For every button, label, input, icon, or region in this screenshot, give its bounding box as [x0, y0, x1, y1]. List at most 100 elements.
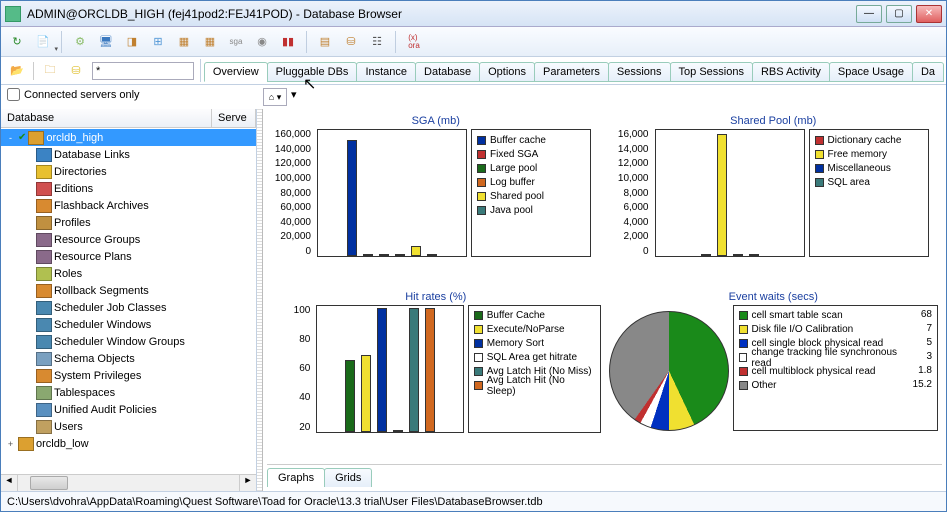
tab-options[interactable]: Options — [479, 62, 535, 82]
chart-title: Event waits (secs) — [609, 291, 939, 303]
monitor-button[interactable]: 🖥 — [96, 32, 116, 52]
tab-da[interactable]: Da — [912, 62, 944, 82]
tree-item-profiles[interactable]: Profiles — [1, 214, 256, 231]
window-button[interactable]: ◨ — [122, 32, 142, 52]
bar — [395, 254, 405, 256]
script-button[interactable]: ⚙ — [70, 32, 90, 52]
app-icon — [5, 6, 21, 22]
titlebar[interactable]: ADMIN@ORCLDB_HIGH (fej41pod2:FEJ41POD) -… — [1, 1, 946, 27]
window-title: ADMIN@ORCLDB_HIGH (fej41pod2:FEJ41POD) -… — [27, 7, 856, 21]
tree-item-icon — [36, 369, 52, 383]
dropdown-arrow[interactable]: ▾ — [291, 88, 297, 106]
bar — [377, 308, 387, 432]
bar — [409, 308, 419, 432]
tree-item-rollback-segments[interactable]: Rollback Segments — [1, 282, 256, 299]
globe-button[interactable]: ◉ — [252, 32, 272, 52]
db2-button[interactable]: ⛁ — [341, 32, 361, 52]
connected-only-checkbox[interactable]: Connected servers only — [7, 88, 251, 101]
tree-item-orcldb_high[interactable]: -✔orcldb_high — [1, 129, 256, 146]
new-button[interactable]: 📄 — [33, 32, 53, 52]
tree-item-scheduler-window-groups[interactable]: Scheduler Window Groups — [1, 333, 256, 350]
tab-parameters[interactable]: Parameters — [534, 62, 609, 82]
tree-item-flashback-archives[interactable]: Flashback Archives — [1, 197, 256, 214]
chart-button[interactable]: ▮▮ — [278, 32, 298, 52]
tab-database[interactable]: Database — [415, 62, 480, 82]
chart-title: Shared Pool (mb) — [609, 115, 939, 127]
db-small-button[interactable]: ▦ — [200, 32, 220, 52]
chart-legend: Buffer cacheFixed SGALarge poolLog buffe… — [471, 129, 591, 257]
hive-button[interactable]: ☷ — [367, 32, 387, 52]
grid-button[interactable]: ⊞ — [148, 32, 168, 52]
tab-rbs-activity[interactable]: RBS Activity — [752, 62, 830, 82]
tree-item-orcldb_low[interactable]: +orcldb_low — [1, 435, 256, 452]
tree-item-label: System Privileges — [54, 370, 141, 382]
horizontal-scrollbar[interactable]: ◄► — [1, 474, 256, 491]
bar — [393, 430, 403, 432]
tree-item-label: Directories — [54, 166, 107, 178]
tab-overview[interactable]: Overview — [204, 62, 268, 82]
tree-item-resource-plans[interactable]: Resource Plans — [1, 248, 256, 265]
tree-item-icon — [36, 352, 52, 366]
refresh-button[interactable]: ↻ — [7, 32, 27, 52]
bar — [411, 246, 421, 256]
tree-item-label: Unified Audit Policies — [54, 404, 157, 416]
ora-button[interactable]: (x) ora — [404, 32, 424, 52]
database-tree[interactable]: -✔orcldb_high Database Links Directories Ed… — [1, 128, 256, 474]
tree-item-scheduler-job-classes[interactable]: Scheduler Job Classes — [1, 299, 256, 316]
list-header: Database Serve — [1, 109, 256, 128]
tab-instance[interactable]: Instance — [356, 62, 416, 82]
tree-item-label: Database Links — [54, 149, 130, 161]
content-tabs: OverviewPluggable DBsInstanceDatabaseOpt… — [201, 59, 946, 82]
view-mode-dropdown[interactable]: ⌂ ▾ — [263, 88, 287, 106]
chart-legend: Dictionary cacheFree memoryMiscellaneous… — [809, 129, 929, 257]
tree-item-roles[interactable]: Roles — [1, 265, 256, 282]
hand-icon[interactable]: 🗀 — [40, 61, 60, 81]
minimize-button[interactable]: — — [856, 5, 882, 23]
bar — [733, 254, 743, 256]
tree-item-directories[interactable]: Directories — [1, 163, 256, 180]
tree-item-icon — [36, 420, 52, 434]
tree-item-unified-audit-policies[interactable]: Unified Audit Policies — [1, 401, 256, 418]
tree-item-database-links[interactable]: Database Links — [1, 146, 256, 163]
chart-title: Hit rates (%) — [271, 291, 601, 303]
filter-input[interactable]: * — [92, 62, 194, 80]
storage-button[interactable]: ▤ — [315, 32, 335, 52]
bar — [345, 360, 355, 432]
column-server[interactable]: Serve — [212, 109, 256, 127]
tab-space-usage[interactable]: Space Usage — [829, 62, 913, 82]
tree-item-icon — [36, 403, 52, 417]
connected-only-input[interactable] — [7, 88, 20, 101]
tree-item-icon — [36, 318, 52, 332]
tree-item-icon — [36, 199, 52, 213]
tree-item-icon — [36, 301, 52, 315]
tab-pluggable-dbs[interactable]: Pluggable DBs — [267, 62, 358, 82]
tree-item-users[interactable]: Users — [1, 418, 256, 435]
tree-item-tablespaces[interactable]: Tablespaces — [1, 384, 256, 401]
db-button[interactable]: ▦ — [174, 32, 194, 52]
chart-legend: Buffer CacheExecute/NoParseMemory SortSQ… — [468, 305, 601, 433]
column-database[interactable]: Database — [1, 109, 212, 127]
tree-item-editions[interactable]: Editions — [1, 180, 256, 197]
maximize-button[interactable]: ▢ — [886, 5, 912, 23]
database-icon[interactable]: ⛁ — [66, 61, 86, 81]
tree-item-label: Rollback Segments — [54, 285, 149, 297]
tree-item-system-privileges[interactable]: System Privileges — [1, 367, 256, 384]
sga-button[interactable]: sga — [226, 32, 246, 52]
tree-item-scheduler-windows[interactable]: Scheduler Windows — [1, 316, 256, 333]
tree-item-resource-groups[interactable]: Resource Groups — [1, 231, 256, 248]
tree-item-schema-objects[interactable]: Schema Objects — [1, 350, 256, 367]
tree-item-label: Scheduler Window Groups — [54, 336, 185, 348]
bar — [425, 308, 435, 432]
folder-open-icon[interactable]: 📂 — [7, 61, 27, 81]
tree-item-icon — [18, 437, 34, 451]
close-button[interactable]: ✕ — [916, 5, 942, 23]
tab-top-sessions[interactable]: Top Sessions — [670, 62, 753, 82]
bar — [363, 254, 373, 256]
content-pane: SGA (mb)160,000140,000120,000100,00080,0… — [263, 109, 946, 491]
tree-item-label: orcldb_low — [36, 438, 89, 450]
tree-item-icon — [36, 216, 52, 230]
bottom-tab-grids[interactable]: Grids — [324, 468, 372, 487]
bottom-tab-graphs[interactable]: Graphs — [267, 468, 325, 487]
tree-item-icon — [36, 386, 52, 400]
tab-sessions[interactable]: Sessions — [608, 62, 671, 82]
